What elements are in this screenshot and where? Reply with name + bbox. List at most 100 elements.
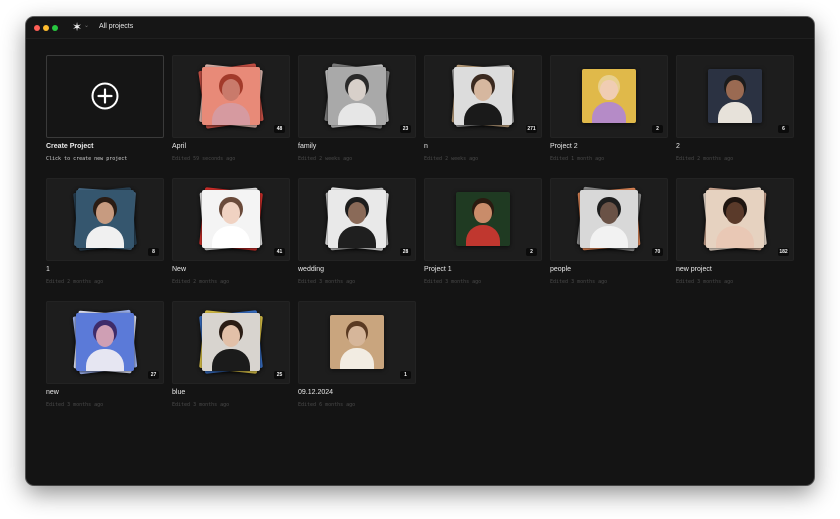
project-name: blue [172,389,186,396]
project-thumbnail[interactable]: 27 [46,301,164,384]
portrait-face [221,324,241,347]
project-cover-image [454,67,512,125]
portrait-body [591,102,627,123]
maximize-window-button[interactable] [52,25,58,31]
project-edited-time: Edited 2 months ago [172,279,230,285]
portrait-body [716,225,754,248]
project-name: people [550,266,572,273]
project-edited-time: Edited 3 months ago [676,279,734,285]
project-edited-time: Edited 3 months ago [172,402,230,408]
project-name: 2 [676,143,680,150]
project-edited-time: Edited 2 months ago [46,279,104,285]
portrait-face [600,79,618,101]
project-thumbnail[interactable]: 28 [298,178,416,261]
project-cover-image [202,313,260,371]
minimize-window-button[interactable] [43,25,49,31]
create-project-card[interactable]: Create Project Click to create new proje… [46,55,164,165]
portrait-body [212,225,250,248]
create-project-label: Create Project [46,143,94,150]
project-edited-time: Edited 1 month ago [550,156,605,162]
project-cover-image [330,315,384,369]
project-name: wedding [298,266,325,273]
project-card[interactable]: 41 New Edited 2 months ago [172,178,290,288]
portrait-face [473,78,493,101]
project-edited-time: Edited 59 seconds ago [172,156,236,162]
project-thumbnail[interactable]: 182 [676,178,794,261]
portrait-face [347,201,367,224]
portrait-face [348,325,366,347]
project-thumbnail[interactable]: 2 [550,55,668,138]
page-title: All projects [99,23,134,30]
project-card[interactable]: 23 family Edited 2 weeks ago [298,55,416,165]
portrait-body [339,348,375,369]
portrait-face [347,78,367,101]
project-card[interactable]: 6 2 Edited 2 months ago [676,55,794,165]
create-project-subtitle: Click to create new project [46,156,128,162]
project-edited-time: Edited 3 months ago [298,279,356,285]
portrait-body [338,102,376,125]
plus-circle-icon [91,82,119,110]
photo-count-badge: 70 [652,248,663,256]
project-thumbnail[interactable]: 48 [172,55,290,138]
project-cover-image [328,190,386,248]
portrait-face [95,324,115,347]
project-card[interactable]: 271 n Edited 2 weeks ago [424,55,542,165]
project-thumbnail[interactable]: 271 [424,55,542,138]
photo-count-badge: 41 [274,248,285,256]
project-cover-image [582,69,636,123]
project-card[interactable]: 25 blue Edited 3 months ago [172,301,290,411]
project-card[interactable]: 8 1 Edited 2 months ago [46,178,164,288]
project-thumbnail[interactable]: 2 [424,178,542,261]
project-cover-image [328,67,386,125]
project-name: Project 2 [550,143,578,150]
project-card[interactable]: 28 wedding Edited 3 months ago [298,178,416,288]
portrait-body [464,102,502,125]
chevron-down-icon[interactable]: ⌄ [84,22,89,29]
portrait-face [221,78,241,101]
photo-count-badge: 2 [526,248,537,256]
project-thumbnail[interactable]: 41 [172,178,290,261]
project-edited-time: Edited 2 weeks ago [298,156,353,162]
project-thumbnail[interactable]: 8 [46,178,164,261]
project-edited-time: Edited 2 months ago [676,156,734,162]
create-project-thumbnail[interactable] [46,55,164,138]
project-thumbnail[interactable]: 6 [676,55,794,138]
project-cover-image [580,190,638,248]
project-cover-image [76,313,134,371]
project-card[interactable]: 48 April Edited 59 seconds ago [172,55,290,165]
app-logo-icon[interactable]: ✶ [72,20,82,34]
photo-count-badge: 25 [274,371,285,379]
project-cover-image [706,190,764,248]
project-name: New [172,266,187,273]
project-card[interactable]: 182 new project Edited 3 months ago [676,178,794,288]
project-thumbnail[interactable]: 25 [172,301,290,384]
project-cover-image [202,190,260,248]
project-name: 1 [46,266,50,273]
project-cover-image [202,67,260,125]
title-bar: ✶ ⌄ All projects [26,17,814,39]
photo-count-badge: 6 [778,125,789,133]
project-thumbnail[interactable]: 70 [550,178,668,261]
project-card[interactable]: 1 09.12.2024 Edited 6 months ago [298,301,416,411]
portrait-face [95,201,115,224]
project-edited-time: Edited 2 weeks ago [424,156,479,162]
portrait-face [725,201,745,224]
photo-count-badge: 23 [400,125,411,133]
portrait-body [717,102,753,123]
portrait-body [590,225,628,248]
project-name: Project 1 [424,266,452,273]
project-thumbnail[interactable]: 23 [298,55,416,138]
portrait-face [726,79,744,101]
portrait-face [221,201,241,224]
portrait-body [212,102,250,125]
portrait-face [474,202,492,224]
project-thumbnail[interactable]: 1 [298,301,416,384]
project-edited-time: Edited 3 months ago [424,279,482,285]
photo-count-badge: 2 [652,125,663,133]
project-card[interactable]: 2 Project 2 Edited 1 month ago [550,55,668,165]
close-window-button[interactable] [34,25,40,31]
project-card[interactable]: 2 Project 1 Edited 3 months ago [424,178,542,288]
project-card[interactable]: 27 new Edited 3 months ago [46,301,164,411]
project-card[interactable]: 70 people Edited 3 months ago [550,178,668,288]
project-edited-time: Edited 3 months ago [46,402,104,408]
